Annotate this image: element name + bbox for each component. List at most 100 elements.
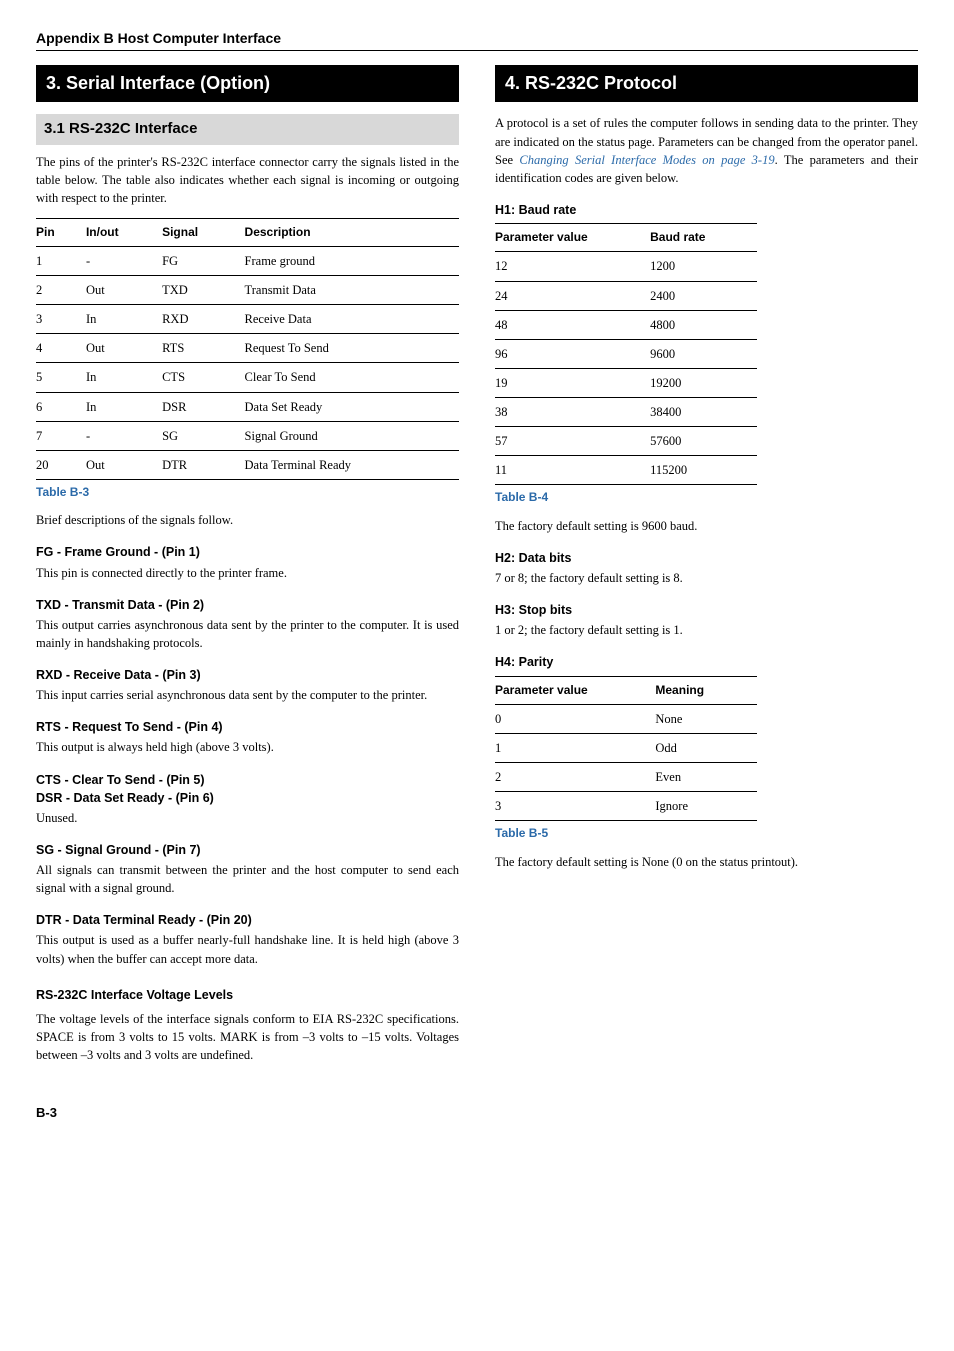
table-row: 4OutRTSRequest To Send xyxy=(36,334,459,363)
table-row: 1-FGFrame ground xyxy=(36,246,459,275)
h2-data-bits-heading: H2: Data bits xyxy=(495,549,918,567)
cell-param: 19 xyxy=(495,368,650,397)
cell-inout: In xyxy=(86,305,162,334)
table-b4-caption: Table B-4 xyxy=(495,489,918,506)
cell-param: 1 xyxy=(495,734,655,763)
left-column: 3. Serial Interface (Option) 3.1 RS-232C… xyxy=(36,65,459,1064)
table-row: 2Even xyxy=(495,763,757,792)
table-row: 242400 xyxy=(495,281,757,310)
dsr-heading: DSR - Data Set Ready - (Pin 6) xyxy=(36,789,459,807)
cts-dsr-body: Unused. xyxy=(36,809,459,827)
cell-inout: In xyxy=(86,363,162,392)
col-pin: Pin xyxy=(36,218,86,246)
cell-signal: DSR xyxy=(162,392,244,421)
cross-reference-link[interactable]: Changing Serial Interface Modes on page … xyxy=(519,153,774,167)
parity-table: Parameter value Meaning 0None1Odd2Even3I… xyxy=(495,676,757,822)
subsection-heading-3-1: 3.1 RS-232C Interface xyxy=(36,114,459,145)
voltage-levels-body: The voltage levels of the interface sign… xyxy=(36,1010,459,1064)
cell-rate: 2400 xyxy=(650,281,757,310)
cell-param: 11 xyxy=(495,456,650,485)
table-b3-caption: Table B-3 xyxy=(36,484,459,501)
cell-param: 0 xyxy=(495,704,655,733)
cell-pin: 4 xyxy=(36,334,86,363)
signal-body: This output is always held high (above 3… xyxy=(36,738,459,756)
cell-signal: CTS xyxy=(162,363,244,392)
table-row: 5757600 xyxy=(495,427,757,456)
h4-parity-heading: H4: Parity xyxy=(495,653,918,671)
col-inout: In/out xyxy=(86,218,162,246)
sg-heading: SG - Signal Ground - (Pin 7) xyxy=(36,841,459,859)
table-row: 3InRXDReceive Data xyxy=(36,305,459,334)
cell-pin: 7 xyxy=(36,421,86,450)
table-row: 3Ignore xyxy=(495,792,757,821)
two-column-layout: 3. Serial Interface (Option) 3.1 RS-232C… xyxy=(36,65,918,1064)
table-header-row: Parameter value Meaning xyxy=(495,676,757,704)
cell-inout: In xyxy=(86,392,162,421)
table-row: 0None xyxy=(495,704,757,733)
signal-body: This input carries serial asynchronous d… xyxy=(36,686,459,704)
cell-desc: Request To Send xyxy=(245,334,459,363)
table-row: 121200 xyxy=(495,252,757,281)
cell-rate: 19200 xyxy=(650,368,757,397)
col-baud-rate: Baud rate xyxy=(650,224,757,252)
cell-pin: 6 xyxy=(36,392,86,421)
col-parameter-value: Parameter value xyxy=(495,224,650,252)
cell-signal: FG xyxy=(162,246,244,275)
cell-inout: Out xyxy=(86,450,162,479)
intro-paragraph: The pins of the printer's RS-232C interf… xyxy=(36,153,459,207)
dtr-heading: DTR - Data Terminal Ready - (Pin 20) xyxy=(36,911,459,929)
table-row: 7-SGSignal Ground xyxy=(36,421,459,450)
col-description: Description xyxy=(245,218,459,246)
parity-default-note: The factory default setting is None (0 o… xyxy=(495,853,918,871)
table-row: 484800 xyxy=(495,310,757,339)
cell-signal: DTR xyxy=(162,450,244,479)
cell-param: 12 xyxy=(495,252,650,281)
cell-rate: 4800 xyxy=(650,310,757,339)
cell-signal: TXD xyxy=(162,276,244,305)
h3-stop-bits-body: 1 or 2; the factory default setting is 1… xyxy=(495,621,918,639)
cell-pin: 3 xyxy=(36,305,86,334)
cell-pin: 2 xyxy=(36,276,86,305)
cell-meaning: Even xyxy=(655,763,757,792)
table-row: 6InDSRData Set Ready xyxy=(36,392,459,421)
h2-data-bits-body: 7 or 8; the factory default setting is 8… xyxy=(495,569,918,587)
cell-meaning: Ignore xyxy=(655,792,757,821)
cell-pin: 1 xyxy=(36,246,86,275)
cell-rate: 57600 xyxy=(650,427,757,456)
cell-rate: 9600 xyxy=(650,339,757,368)
signal-body: This pin is connected directly to the pr… xyxy=(36,564,459,582)
cell-desc: Data Set Ready xyxy=(245,392,459,421)
page-header: Appendix B Host Computer Interface xyxy=(36,28,918,51)
signal-heading: RXD - Receive Data - (Pin 3) xyxy=(36,666,459,684)
protocol-intro: A protocol is a set of rules the compute… xyxy=(495,114,918,187)
section-heading-3: 3. Serial Interface (Option) xyxy=(36,65,459,102)
cell-param: 2 xyxy=(495,763,655,792)
cell-meaning: None xyxy=(655,704,757,733)
cell-desc: Data Terminal Ready xyxy=(245,450,459,479)
table-header-row: Parameter value Baud rate xyxy=(495,224,757,252)
table-row: 20OutDTRData Terminal Ready xyxy=(36,450,459,479)
cell-param: 48 xyxy=(495,310,650,339)
cell-inout: - xyxy=(86,246,162,275)
baud-default-note: The factory default setting is 9600 baud… xyxy=(495,517,918,535)
cell-meaning: Odd xyxy=(655,734,757,763)
cell-rate: 115200 xyxy=(650,456,757,485)
signal-heading: FG - Frame Ground - (Pin 1) xyxy=(36,543,459,561)
cell-param: 96 xyxy=(495,339,650,368)
table-row: 3838400 xyxy=(495,398,757,427)
cell-rate: 38400 xyxy=(650,398,757,427)
cell-signal: RTS xyxy=(162,334,244,363)
cell-pin: 5 xyxy=(36,363,86,392)
page-footer: B-3 xyxy=(36,1104,918,1123)
cell-desc: Clear To Send xyxy=(245,363,459,392)
cell-inout: Out xyxy=(86,276,162,305)
col-parameter-value: Parameter value xyxy=(495,676,655,704)
table-b5-caption: Table B-5 xyxy=(495,825,918,842)
pin-table: Pin In/out Signal Description 1-FGFrame … xyxy=(36,218,459,480)
table-row: 5InCTSClear To Send xyxy=(36,363,459,392)
cell-inout: - xyxy=(86,421,162,450)
cell-desc: Transmit Data xyxy=(245,276,459,305)
cell-param: 3 xyxy=(495,792,655,821)
cell-inout: Out xyxy=(86,334,162,363)
sg-body: All signals can transmit between the pri… xyxy=(36,861,459,897)
